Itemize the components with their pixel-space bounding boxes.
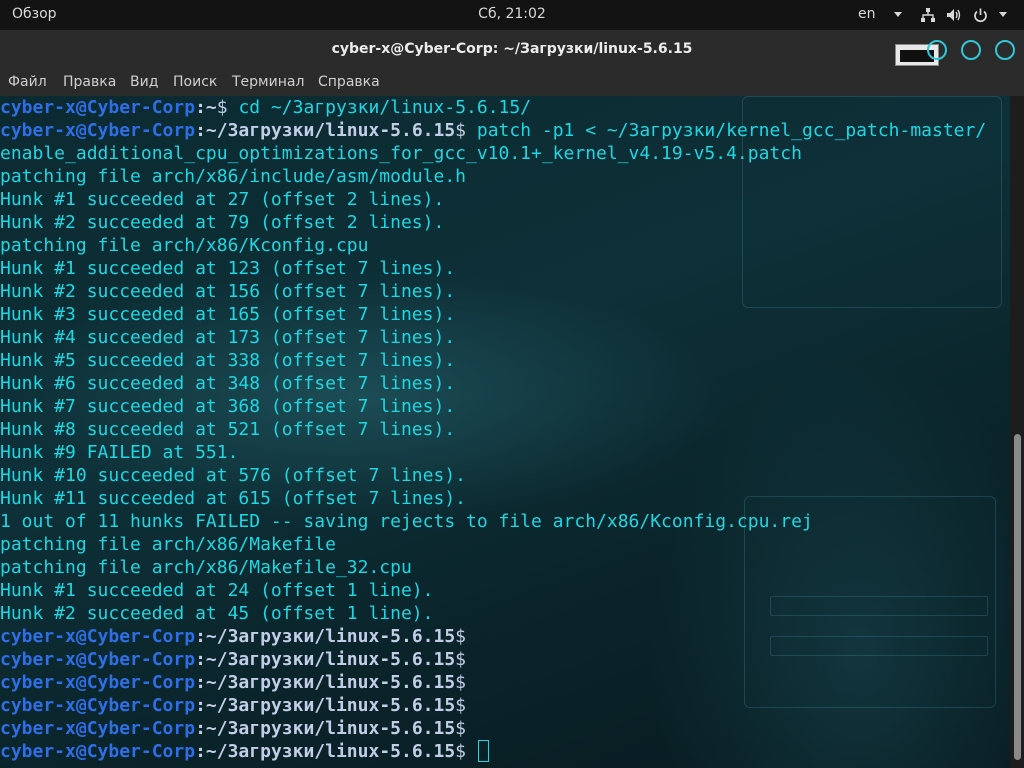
output-line: patching file arch/x86/Kconfig.cpu xyxy=(0,235,369,256)
prompt-suffix: $ xyxy=(455,741,477,762)
keyboard-layout-indicator[interactable]: en xyxy=(858,6,876,22)
prompt-suffix: $ xyxy=(455,626,477,647)
text-cursor xyxy=(477,740,489,762)
output-line: Hunk #9 FAILED at 551. xyxy=(0,442,239,463)
volume-icon[interactable] xyxy=(946,8,962,26)
menu-help[interactable]: Справка xyxy=(318,74,380,90)
output-line: patching file arch/x86/Makefile xyxy=(0,534,336,555)
prompt-path: ~/Загрузки/linux-5.6.15 xyxy=(205,626,456,647)
prompt-suffix: $ xyxy=(216,97,239,118)
output-line: enable_additional_cpu_optimizations_for_… xyxy=(0,143,802,164)
terminal-window: cyber-x@Cyber-Corp: ~/Загрузки/linux-5.6… xyxy=(0,30,1024,768)
prompt-separator: : xyxy=(195,741,206,762)
power-icon[interactable] xyxy=(973,8,988,27)
command-text: patch -p1 < ~/Загрузки/kernel_gcc_patch-… xyxy=(476,120,987,141)
prompt-line: cyber-x@Cyber-Corp:~/Загрузки/linux-5.6.… xyxy=(0,648,986,671)
output-line: Hunk #3 succeeded at 165 (offset 7 lines… xyxy=(0,304,456,325)
prompt-suffix: $ xyxy=(455,120,477,141)
prompt-user: cyber-x@Cyber-Corp xyxy=(0,741,196,762)
output-line: patching file arch/x86/Makefile_32.cpu xyxy=(0,557,412,578)
prompt-user: cyber-x@Cyber-Corp xyxy=(0,672,196,693)
output-line: patching file arch/x86/include/asm/modul… xyxy=(0,166,466,187)
scrollbar-thumb[interactable] xyxy=(1014,434,1021,760)
output-line: Hunk #11 succeeded at 615 (offset 7 line… xyxy=(0,488,466,509)
output-line: Hunk #1 succeeded at 123 (offset 7 lines… xyxy=(0,258,456,279)
top-panel: Обзор Сб, 21:02 en xyxy=(0,0,1024,30)
prompt-line: cyber-x@Cyber-Corp:~/Загрузки/linux-5.6.… xyxy=(0,740,986,763)
prompt-user: cyber-x@Cyber-Corp xyxy=(0,97,196,118)
output-line: Hunk #4 succeeded at 173 (offset 7 lines… xyxy=(0,327,456,348)
menu-edit[interactable]: Правка xyxy=(63,74,116,90)
prompt-separator: : xyxy=(195,695,206,716)
prompt-line: cyber-x@Cyber-Corp:~$ cd ~/Загрузки/linu… xyxy=(0,96,986,119)
output-line: Hunk #7 succeeded at 368 (offset 7 lines… xyxy=(0,396,456,417)
prompt-path: ~/Загрузки/linux-5.6.15 xyxy=(205,649,456,670)
prompt-separator: : xyxy=(195,718,206,739)
prompt-line: cyber-x@Cyber-Corp:~/Загрузки/linux-5.6.… xyxy=(0,119,986,142)
prompt-separator: : xyxy=(195,120,206,141)
prompt-path: ~/Загрузки/linux-5.6.15 xyxy=(205,695,456,716)
menu-bar: Файл Правка Вид Поиск Терминал Справка xyxy=(0,70,1024,96)
scrollbar[interactable] xyxy=(1010,96,1024,768)
minimize-button[interactable] xyxy=(927,40,947,60)
prompt-user: cyber-x@Cyber-Corp xyxy=(0,695,196,716)
maximize-button[interactable] xyxy=(961,40,981,60)
output-line: Hunk #1 succeeded at 27 (offset 2 lines)… xyxy=(0,189,445,210)
output-line: 1 out of 11 hunks FAILED -- saving rejec… xyxy=(0,511,813,532)
menu-search[interactable]: Поиск xyxy=(173,74,217,90)
title-bar[interactable]: cyber-x@Cyber-Corp: ~/Загрузки/linux-5.6… xyxy=(0,30,1024,70)
prompt-separator: : xyxy=(195,626,206,647)
menu-file[interactable]: Файл xyxy=(8,74,47,90)
output-line: Hunk #6 succeeded at 348 (offset 7 lines… xyxy=(0,373,456,394)
terminal-output: cyber-x@Cyber-Corp:~$ cd ~/Загрузки/linu… xyxy=(0,96,986,763)
output-line: Hunk #5 succeeded at 338 (offset 7 lines… xyxy=(0,350,456,371)
prompt-suffix: $ xyxy=(455,695,477,716)
prompt-line: cyber-x@Cyber-Corp:~/Загрузки/linux-5.6.… xyxy=(0,717,986,740)
prompt-path: ~/Загрузки/linux-5.6.15 xyxy=(205,741,456,762)
prompt-line: cyber-x@Cyber-Corp:~/Загрузки/linux-5.6.… xyxy=(0,671,986,694)
menu-view[interactable]: Вид xyxy=(130,74,158,90)
prompt-line: cyber-x@Cyber-Corp:~/Загрузки/linux-5.6.… xyxy=(0,694,986,717)
output-line: Hunk #2 succeeded at 156 (offset 7 lines… xyxy=(0,281,456,302)
layout-dropdown-icon[interactable] xyxy=(894,12,902,17)
clock[interactable]: Сб, 21:02 xyxy=(478,6,546,22)
prompt-separator: : xyxy=(195,97,206,118)
prompt-line: cyber-x@Cyber-Corp:~/Загрузки/linux-5.6.… xyxy=(0,625,986,648)
prompt-user: cyber-x@Cyber-Corp xyxy=(0,120,196,141)
output-line: Hunk #2 succeeded at 45 (offset 1 line). xyxy=(0,603,434,624)
output-line: Hunk #2 succeeded at 79 (offset 2 lines)… xyxy=(0,212,445,233)
close-button[interactable] xyxy=(995,40,1015,60)
prompt-path: ~ xyxy=(205,97,217,118)
prompt-suffix: $ xyxy=(455,649,477,670)
output-line: Hunk #10 succeeded at 576 (offset 7 line… xyxy=(0,465,466,486)
system-menu-dropdown-icon[interactable] xyxy=(999,12,1007,17)
prompt-path: ~/Загрузки/linux-5.6.15 xyxy=(205,120,456,141)
menu-terminal[interactable]: Терминал xyxy=(232,74,304,90)
prompt-path: ~/Загрузки/linux-5.6.15 xyxy=(205,672,456,693)
prompt-separator: : xyxy=(195,672,206,693)
window-title: cyber-x@Cyber-Corp: ~/Загрузки/linux-5.6… xyxy=(331,41,693,57)
terminal-area[interactable]: cyber-x@Cyber-Corp:~$ cd ~/Загрузки/linu… xyxy=(0,96,1010,768)
window-title-container: cyber-x@Cyber-Corp: ~/Загрузки/linux-5.6… xyxy=(0,41,1024,57)
prompt-suffix: $ xyxy=(455,718,477,739)
prompt-suffix: $ xyxy=(455,672,477,693)
prompt-user: cyber-x@Cyber-Corp xyxy=(0,626,196,647)
output-line: Hunk #8 succeeded at 521 (offset 7 lines… xyxy=(0,419,456,440)
command-text: cd ~/Загрузки/linux-5.6.15/ xyxy=(238,97,532,118)
prompt-user: cyber-x@Cyber-Corp xyxy=(0,649,196,670)
activities-button[interactable]: Обзор xyxy=(12,6,57,22)
prompt-path: ~/Загрузки/linux-5.6.15 xyxy=(205,718,456,739)
output-line: Hunk #1 succeeded at 24 (offset 1 line). xyxy=(0,580,434,601)
prompt-separator: : xyxy=(195,649,206,670)
network-icon[interactable] xyxy=(921,8,935,26)
prompt-user: cyber-x@Cyber-Corp xyxy=(0,718,196,739)
